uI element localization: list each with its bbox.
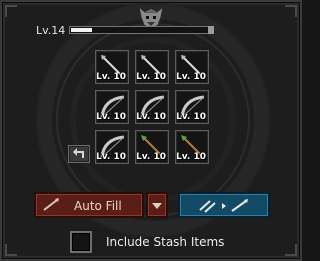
item-slot[interactable]: Lv. 10 xyxy=(95,90,129,124)
slot-level: Lv. 10 xyxy=(136,112,166,122)
auto-fill-label: Auto Fill xyxy=(74,199,122,213)
item-slot[interactable]: Lv. 10 xyxy=(175,130,209,164)
item-slot[interactable]: Lv. 10 xyxy=(175,50,209,84)
xp-bar-fill xyxy=(71,28,92,32)
slot-level: Lv. 10 xyxy=(96,72,126,82)
slot-level: Lv. 10 xyxy=(96,112,126,122)
auto-fill-dropdown-button[interactable] xyxy=(146,192,168,218)
return-arrow-icon xyxy=(73,148,84,158)
slot-level: Lv. 10 xyxy=(176,72,206,82)
auto-fill-button[interactable]: Auto Fill xyxy=(34,192,144,218)
slot-level: Lv. 10 xyxy=(176,152,206,162)
xp-bar-cap xyxy=(208,26,214,34)
slot-level: Lv. 10 xyxy=(136,152,166,162)
item-panel: Lv.14 Lv. 10 Lv. 10 Lv. 10 Lv. 10 Lv. 10… xyxy=(0,0,302,261)
xp-bar xyxy=(69,26,211,34)
include-stash-label: Include Stash Items xyxy=(106,235,225,249)
transfer-button[interactable] xyxy=(178,192,270,218)
transfer-items-icon xyxy=(199,199,248,213)
item-slot[interactable]: Lv. 10 xyxy=(135,130,169,164)
back-button[interactable] xyxy=(68,145,90,163)
chevron-down-icon xyxy=(152,203,162,209)
level-label: Lv.14 xyxy=(36,24,66,37)
include-stash-checkbox[interactable] xyxy=(70,231,92,253)
item-slot[interactable]: Lv. 10 xyxy=(135,90,169,124)
slot-level: Lv. 10 xyxy=(176,112,206,122)
slot-level: Lv. 10 xyxy=(96,152,126,162)
item-slot[interactable]: Lv. 10 xyxy=(95,130,129,164)
arrow-icon xyxy=(43,198,59,211)
item-slot[interactable]: Lv. 10 xyxy=(95,50,129,84)
item-slot[interactable]: Lv. 10 xyxy=(175,90,209,124)
slot-level: Lv. 10 xyxy=(136,72,166,82)
item-slot[interactable]: Lv. 10 xyxy=(135,50,169,84)
